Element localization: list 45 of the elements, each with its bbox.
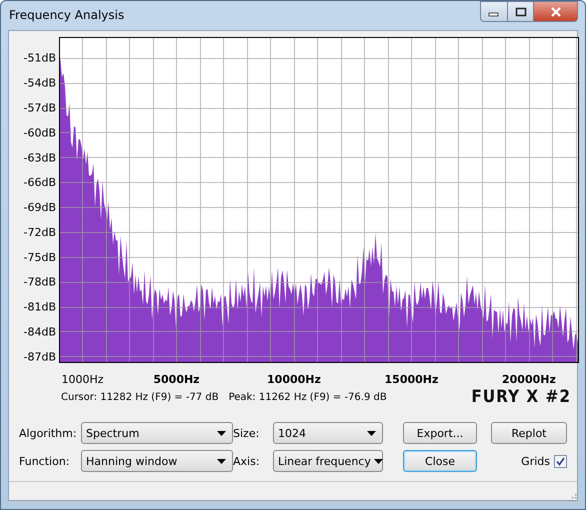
caret-icon	[367, 430, 376, 436]
field-label: Size:	[233, 426, 260, 440]
axis-label: -87dB	[24, 350, 56, 364]
grids-checkbox[interactable]	[554, 454, 567, 468]
axis-label: -66dB	[24, 176, 56, 190]
field-label: Algorithm:	[19, 426, 78, 440]
dropdown[interactable]: 1024	[273, 422, 383, 444]
axis-label: -69dB	[24, 201, 56, 214]
caption-label: FURY X #2	[471, 387, 571, 407]
close-icon	[550, 6, 562, 16]
maximize-button[interactable]	[508, 1, 534, 22]
field-label: Function:	[19, 454, 70, 468]
dropdown[interactable]: Linear frequency	[273, 450, 383, 472]
button[interactable]: Close	[403, 450, 477, 472]
axis-label: 20000Hz	[502, 373, 556, 386]
caret-icon	[217, 458, 226, 464]
grids-label: Grids	[521, 454, 550, 468]
window-title: Frequency Analysis	[9, 8, 126, 22]
axis-label: 1000Hz	[61, 373, 104, 386]
axis-label: -81dB	[24, 300, 56, 314]
dropdown[interactable]: Spectrum	[81, 422, 233, 444]
axis-label: -84dB	[24, 325, 56, 338]
close-button[interactable]	[534, 1, 578, 22]
cursor-readout: Cursor: 11282 Hz (F9) = -77 dB	[61, 392, 219, 402]
axis-label: 15000Hz	[384, 373, 438, 386]
axis-label: -51dB	[24, 52, 56, 65]
dropdown[interactable]: Hanning window	[81, 450, 233, 472]
field-label: Axis:	[233, 454, 261, 468]
axis-label: -72dB	[24, 226, 56, 239]
axis-label: -60dB	[24, 126, 56, 140]
axis-label: 5000Hz	[153, 373, 200, 386]
axis-label: 10000Hz	[267, 373, 321, 386]
button[interactable]: Export...	[403, 422, 477, 444]
axis-label: -63dB	[24, 151, 56, 164]
minimize-button[interactable]	[480, 1, 508, 22]
caret-icon	[374, 458, 383, 464]
caret-icon	[217, 430, 226, 436]
axis-label: -78dB	[24, 276, 56, 289]
button[interactable]: Replot	[491, 422, 567, 444]
peak-readout: Peak: 11262 Hz (F9) = -76.9 dB	[228, 392, 387, 402]
maximize-icon	[514, 6, 526, 16]
axis-label: -75dB	[24, 250, 56, 264]
axis-label: -57dB	[24, 102, 56, 114]
resize-grip-icon[interactable]	[567, 492, 577, 502]
axis-label: -54dB	[24, 76, 56, 90]
